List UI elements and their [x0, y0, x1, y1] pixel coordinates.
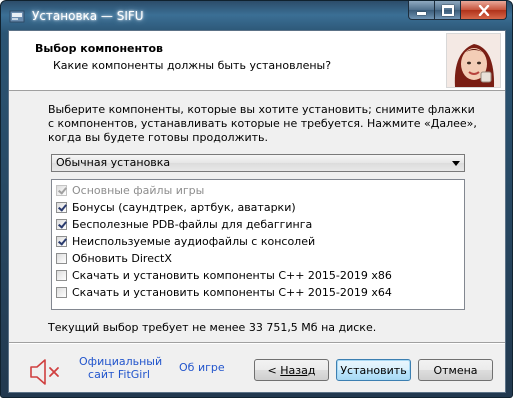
page-subtitle: Какие компоненты должны быть установлены…: [53, 59, 332, 72]
component-item-bonuses[interactable]: Бонусы (саундтрек, артбук, аватарки): [56, 199, 296, 216]
component-label[interactable]: Бонусы (саундтрек, артбук, аватарки): [72, 201, 296, 215]
back-prefix: <: [267, 363, 281, 377]
caption-buttons: [408, 1, 507, 21]
minimize-button[interactable]: [408, 1, 435, 20]
fitgirl-link-line1[interactable]: Официальный: [79, 355, 162, 368]
components-list[interactable]: Основные файлы игры Бонусы (саундтрек, а…: [51, 179, 465, 310]
component-checkbox[interactable]: [56, 236, 67, 247]
title-bar[interactable]: Установка — SIFU: [1, 1, 512, 30]
close-button[interactable]: [461, 1, 507, 20]
cancel-button[interactable]: Отмена: [418, 359, 493, 381]
wizard-client-area: Выбор компонентов Какие компоненты должн…: [8, 30, 506, 393]
component-item-pdb-files[interactable]: Бесполезные PDB-файлы для дебаггинга: [56, 216, 312, 233]
fitgirl-link-line2[interactable]: сайт FitGirl: [79, 368, 159, 381]
footer-divider: [9, 342, 505, 344]
component-label[interactable]: Бесполезные PDB-файлы для дебаггинга: [72, 218, 312, 232]
component-label[interactable]: Неиспользуемые аудиофайлы с консолей: [72, 235, 315, 249]
component-label: Основные файлы игры: [72, 183, 205, 197]
fitgirl-site-link[interactable]: Официальный сайт FitGirl: [79, 355, 162, 381]
component-checkbox[interactable]: [56, 270, 67, 281]
component-checkbox[interactable]: [56, 202, 67, 213]
component-checkbox: [56, 185, 67, 196]
header-banner-image: [446, 33, 501, 88]
wizard-body: Выберите компоненты, которые вы хотите у…: [9, 91, 505, 392]
back-button[interactable]: < Назад: [254, 359, 329, 381]
maximize-icon: [441, 4, 454, 16]
component-label[interactable]: Скачать и установить компоненты C++ 2015…: [72, 269, 392, 283]
component-checkbox[interactable]: [56, 287, 67, 298]
component-item-vcredist-x86[interactable]: Скачать и установить компоненты C++ 2015…: [56, 267, 392, 284]
about-game-link[interactable]: Об игре: [179, 361, 225, 374]
back-label: Назад: [280, 363, 316, 377]
installer-window: Установка — SIFU Выбор компонентов Какие…: [0, 0, 513, 398]
component-checkbox[interactable]: [56, 219, 67, 230]
setup-app-icon: [9, 10, 25, 23]
component-item-console-audio[interactable]: Неиспользуемые аудиофайлы с консолей: [56, 233, 315, 250]
install-button[interactable]: Установить: [336, 359, 411, 381]
component-item-directx[interactable]: Обновить DirectX: [56, 250, 172, 267]
maximize-button[interactable]: [435, 1, 461, 20]
close-icon: [478, 4, 489, 16]
minimize-icon: [417, 11, 426, 15]
component-label[interactable]: Скачать и установить компоненты C++ 2015…: [72, 286, 392, 300]
instructions-text: Выберите компоненты, которые вы хотите у…: [48, 103, 477, 144]
component-checkbox[interactable]: [56, 253, 67, 264]
component-item-base-files: Основные файлы игры: [56, 182, 204, 199]
component-label[interactable]: Обновить DirectX: [72, 252, 172, 266]
dropdown-arrow-icon[interactable]: [452, 161, 460, 166]
wizard-header: Выбор компонентов Какие компоненты должн…: [9, 31, 505, 91]
speaker-muted-icon[interactable]: [28, 357, 64, 387]
disk-space-required-text: Текущий выбор требует не менее 33 751,5 …: [48, 321, 377, 334]
install-type-value: Обычная установка: [56, 156, 171, 169]
component-item-vcredist-x64[interactable]: Скачать и установить компоненты C++ 2015…: [56, 284, 392, 301]
page-title: Выбор компонентов: [35, 42, 163, 55]
install-type-dropdown[interactable]: Обычная установка: [51, 154, 465, 172]
window-title: Установка — SIFU: [32, 9, 144, 23]
character-portrait-image: [447, 34, 500, 87]
